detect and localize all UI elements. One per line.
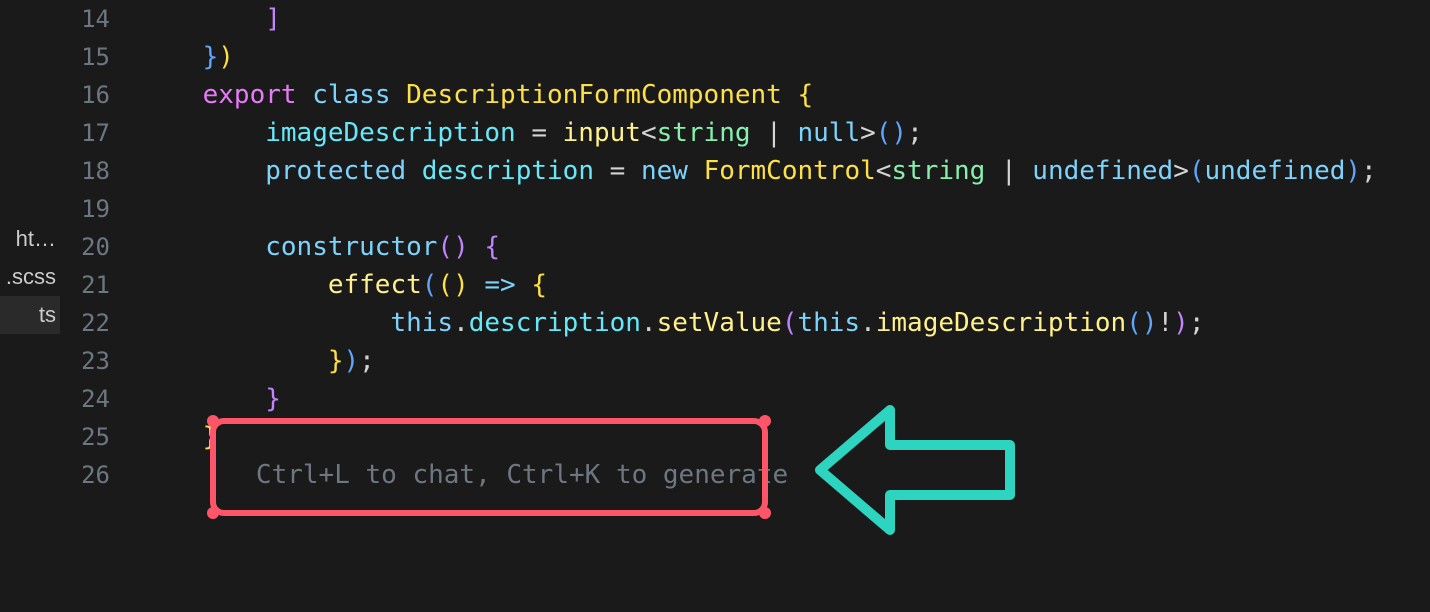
file-tabs-panel: ht… .scss ts xyxy=(0,0,60,612)
line-number: 19 xyxy=(70,190,140,228)
file-tab-ts[interactable]: ts xyxy=(0,296,60,334)
line-content[interactable]: imageDescription = input<string | null>(… xyxy=(140,114,923,152)
line-number: 18 xyxy=(70,152,140,190)
code-line[interactable]: 23 }); xyxy=(70,342,1430,380)
line-number: 17 xyxy=(70,114,140,152)
file-tab-html[interactable]: ht… xyxy=(0,220,60,258)
line-content[interactable]: } xyxy=(140,380,281,418)
code-line[interactable]: 16 export class DescriptionFormComponent… xyxy=(70,76,1430,114)
code-line-cursor[interactable]: 26 Ctrl+L to chat, Ctrl+K to generate xyxy=(70,456,1430,494)
line-number: 21 xyxy=(70,266,140,304)
line-number: 15 xyxy=(70,38,140,76)
line-content[interactable]: ] xyxy=(140,0,281,38)
code-line[interactable]: 14 ] xyxy=(70,0,1430,38)
line-number: 25 xyxy=(70,418,140,456)
line-content[interactable]: }); xyxy=(140,342,375,380)
line-content[interactable]: this.description.setValue(this.imageDesc… xyxy=(140,304,1204,342)
line-content[interactable]: protected description = new FormControl<… xyxy=(140,152,1377,190)
code-line[interactable]: 24 } xyxy=(70,380,1430,418)
line-content[interactable]: effect(() => { xyxy=(140,266,547,304)
code-line[interactable]: 18 protected description = new FormContr… xyxy=(70,152,1430,190)
inline-suggestion-placeholder: Ctrl+L to chat, Ctrl+K to generate xyxy=(256,460,788,490)
line-number: 16 xyxy=(70,76,140,114)
line-number: 26 xyxy=(70,461,140,489)
code-line[interactable]: 21 effect(() => { xyxy=(70,266,1430,304)
line-content[interactable]: }) xyxy=(140,38,234,76)
line-content[interactable]: export class DescriptionFormComponent { xyxy=(140,76,813,114)
line-number: 14 xyxy=(70,0,140,38)
line-number: 24 xyxy=(70,380,140,418)
code-editor[interactable]: 14 ]15 })16 export class DescriptionForm… xyxy=(60,0,1430,612)
code-line[interactable]: 20 constructor() { xyxy=(70,228,1430,266)
line-number: 22 xyxy=(70,304,140,342)
file-tab-scss[interactable]: .scss xyxy=(0,258,60,296)
line-number: 20 xyxy=(70,228,140,266)
code-line[interactable]: 15 }) xyxy=(70,38,1430,76)
line-content[interactable]: constructor() { xyxy=(140,228,500,266)
code-line[interactable]: 22 this.description.setValue(this.imageD… xyxy=(70,304,1430,342)
code-line[interactable]: 19 xyxy=(70,190,1430,228)
line-number: 23 xyxy=(70,342,140,380)
code-line[interactable]: 17 imageDescription = input<string | nul… xyxy=(70,114,1430,152)
